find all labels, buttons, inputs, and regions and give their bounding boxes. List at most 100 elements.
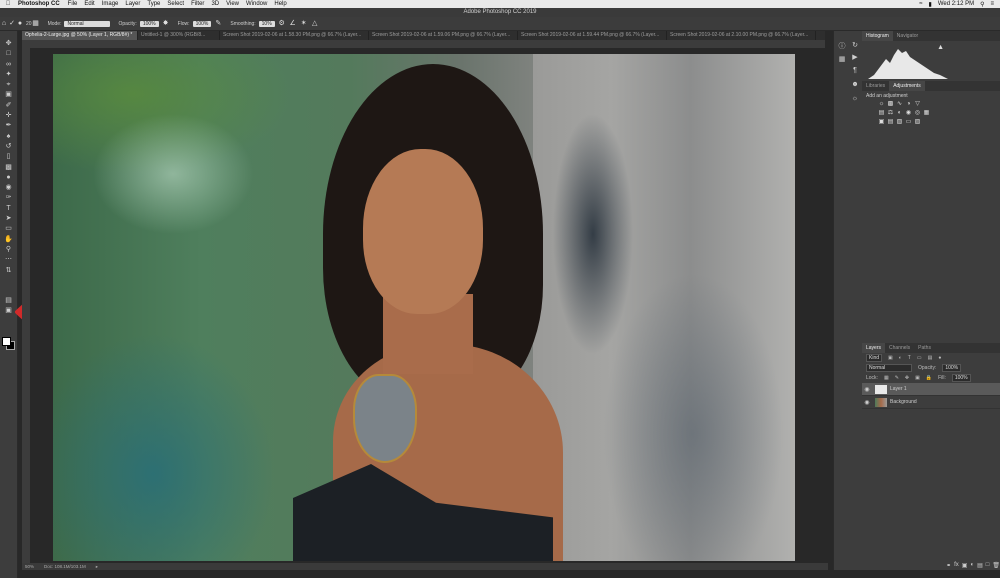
move-tool-icon[interactable]: ✥ — [3, 39, 15, 48]
filter-type-icon[interactable]: T — [908, 355, 911, 361]
layer-row-background[interactable]: ◉ Background — [862, 396, 1000, 409]
document-image[interactable] — [53, 54, 795, 561]
tab-screenshot-4[interactable]: Screen Shot 2019-02-06 at 2.10.00 PM.png… — [667, 31, 816, 40]
path-selection-tool-icon[interactable]: ➤ — [3, 214, 15, 223]
layer-name[interactable]: Background — [890, 399, 917, 405]
tab-channels[interactable]: Channels — [885, 343, 914, 353]
visibility-eye-icon[interactable]: ◉ — [862, 399, 872, 406]
zoom-tool-icon[interactable]: ⚲ — [3, 245, 15, 254]
layer-row-layer-1[interactable]: ◉ Layer 1 — [862, 383, 1000, 396]
apple-menu-icon[interactable]:  — [4, 1, 12, 7]
properties-icon[interactable]: ▦ — [837, 55, 847, 63]
menu-layer[interactable]: Layer — [125, 1, 140, 7]
light-bulb-icon[interactable]: ☼ — [850, 95, 860, 102]
menu-3d[interactable]: 3D — [211, 1, 219, 7]
tab-ophelia[interactable]: Ophelia-2-Large.jpg @ 50% (Layer 1, RGB/… — [22, 31, 138, 40]
lock-position-icon[interactable]: ✥ — [905, 375, 909, 381]
filter-adjustment-icon[interactable]: ◐ — [899, 355, 902, 361]
new-group-icon[interactable]: ▤ — [977, 562, 983, 569]
tab-untitled-1[interactable]: Untitled-1 @ 300% (RGB/8... — [138, 31, 220, 40]
channel-mixer-icon[interactable]: ◎ — [914, 110, 921, 117]
airbrush-icon[interactable]: ✎ — [214, 20, 222, 27]
app-menu[interactable]: Photoshop CC — [18, 1, 60, 7]
frame-tool-icon[interactable]: ▣ — [3, 90, 15, 99]
link-layers-icon[interactable]: ⚭ — [946, 562, 951, 569]
edit-toolbar-icon[interactable]: ⋯ — [3, 255, 15, 264]
warning-icon[interactable]: ▲ — [937, 44, 944, 51]
layer-name[interactable]: Layer 1 — [890, 386, 907, 392]
tab-adjustments[interactable]: Adjustments — [889, 81, 925, 91]
flow-field[interactable]: 100% — [192, 20, 212, 27]
add-mask-icon[interactable]: ▣ — [962, 562, 968, 569]
healing-brush-tool-icon[interactable]: ✛ — [3, 111, 15, 120]
color-lookup-icon[interactable]: ▦ — [923, 110, 930, 117]
menu-select[interactable]: Select — [167, 1, 184, 7]
brush-tool-icon[interactable]: ✓ — [8, 20, 16, 27]
brush-panel-icon[interactable]: ▦ — [32, 20, 40, 27]
brush-preset-icon[interactable]: ● — [16, 20, 24, 27]
new-adjustment-icon[interactable]: ◐ — [970, 562, 974, 568]
visibility-eye-icon[interactable]: ◉ — [862, 386, 872, 393]
crop-tool-icon[interactable]: ⌖ — [3, 80, 15, 89]
angle-icon[interactable]: ∠ — [289, 20, 297, 27]
fx-icon[interactable]: fx — [954, 562, 959, 568]
blend-mode-select[interactable]: Normal — [866, 364, 912, 372]
paragraph-icon[interactable]: ¶ — [850, 67, 860, 74]
search-icon[interactable]: ⚲ — [980, 1, 984, 8]
gradient-tool-icon[interactable]: ▩ — [3, 163, 15, 172]
canvas-area[interactable] — [30, 48, 825, 563]
filter-shape-icon[interactable]: ▭ — [917, 355, 922, 361]
shape-tool-icon[interactable]: ▭ — [3, 224, 15, 233]
lock-all-icon[interactable]: 🔒 — [926, 375, 932, 381]
people-icon[interactable]: ☻ — [850, 81, 860, 88]
gradient-map-icon[interactable]: ▭ — [905, 119, 912, 126]
foreground-color-swatch[interactable] — [2, 337, 11, 346]
eraser-tool-icon[interactable]: ▯ — [3, 152, 15, 161]
menu-file[interactable]: File — [68, 1, 78, 7]
clone-stamp-tool-icon[interactable]: ♠ — [3, 132, 15, 141]
menu-view[interactable]: View — [226, 1, 239, 7]
play-actions-icon[interactable]: ▶ — [850, 53, 860, 61]
menu-edit[interactable]: Edit — [84, 1, 94, 7]
vibrance-icon[interactable]: ▽ — [914, 101, 921, 108]
selective-color-icon[interactable]: ▨ — [914, 119, 921, 126]
lasso-tool-icon[interactable]: ∞ — [3, 60, 15, 69]
settings-gear-icon[interactable]: ⚙ — [278, 20, 286, 27]
menu-type[interactable]: Type — [147, 1, 160, 7]
opacity-field[interactable]: 100% — [139, 20, 159, 27]
color-balance-icon[interactable]: ⚖ — [887, 110, 894, 117]
delete-layer-icon[interactable]: 🗑 — [992, 562, 1000, 569]
info-icon[interactable]: ⓘ — [837, 41, 847, 51]
menu-image[interactable]: Image — [102, 1, 119, 7]
tab-paths[interactable]: Paths — [914, 343, 935, 353]
lock-artboard-icon[interactable]: ▣ — [915, 375, 920, 381]
photo-filter-icon[interactable]: ◉ — [905, 110, 912, 117]
tab-screenshot-3[interactable]: Screen Shot 2019-02-06 at 1.59.44 PM.png… — [518, 31, 667, 40]
layer-opacity-field[interactable]: 100% — [942, 364, 962, 372]
brightness-contrast-icon[interactable]: ☼ — [878, 101, 885, 108]
filter-smart-icon[interactable]: ▤ — [928, 355, 933, 361]
brush-tool-icon-active[interactable]: ✒ — [3, 121, 15, 130]
kind-filter-select[interactable]: Kind — [866, 354, 883, 362]
status-menu-icon[interactable]: ▸ — [96, 563, 98, 570]
swap-colors-icon[interactable]: ⇅ — [3, 266, 15, 275]
filter-pixel-icon[interactable]: ▣ — [888, 355, 893, 361]
lock-pixels-icon[interactable]: ▦ — [884, 375, 889, 381]
curves-icon[interactable]: ∿ — [896, 101, 903, 108]
menu-list-icon[interactable]: ≡ — [990, 1, 994, 7]
blur-tool-icon[interactable]: ● — [3, 173, 15, 182]
zoom-level[interactable]: 50% — [25, 563, 34, 570]
brush-settings-icon[interactable]: ↻ — [850, 41, 860, 49]
pressure-opacity-icon[interactable]: ✸ — [162, 20, 170, 27]
tab-libraries[interactable]: Libraries — [862, 81, 889, 91]
menu-filter[interactable]: Filter — [191, 1, 204, 7]
hue-saturation-icon[interactable]: ▤ — [878, 110, 885, 117]
filter-toggle-icon[interactable]: ● — [938, 355, 941, 361]
posterize-icon[interactable]: ▤ — [887, 119, 894, 126]
history-brush-tool-icon[interactable]: ↺ — [3, 142, 15, 151]
lock-paint-icon[interactable]: ✎ — [895, 375, 899, 381]
document-size[interactable]: Doc: 108.1M/103.1M — [44, 563, 86, 570]
quick-select-tool-icon[interactable]: ✦ — [3, 70, 15, 79]
exposure-icon[interactable]: ◑ — [905, 101, 912, 108]
tab-screenshot-1[interactable]: Screen Shot 2019-02-06 at 1.58.30 PM.png… — [220, 31, 369, 40]
